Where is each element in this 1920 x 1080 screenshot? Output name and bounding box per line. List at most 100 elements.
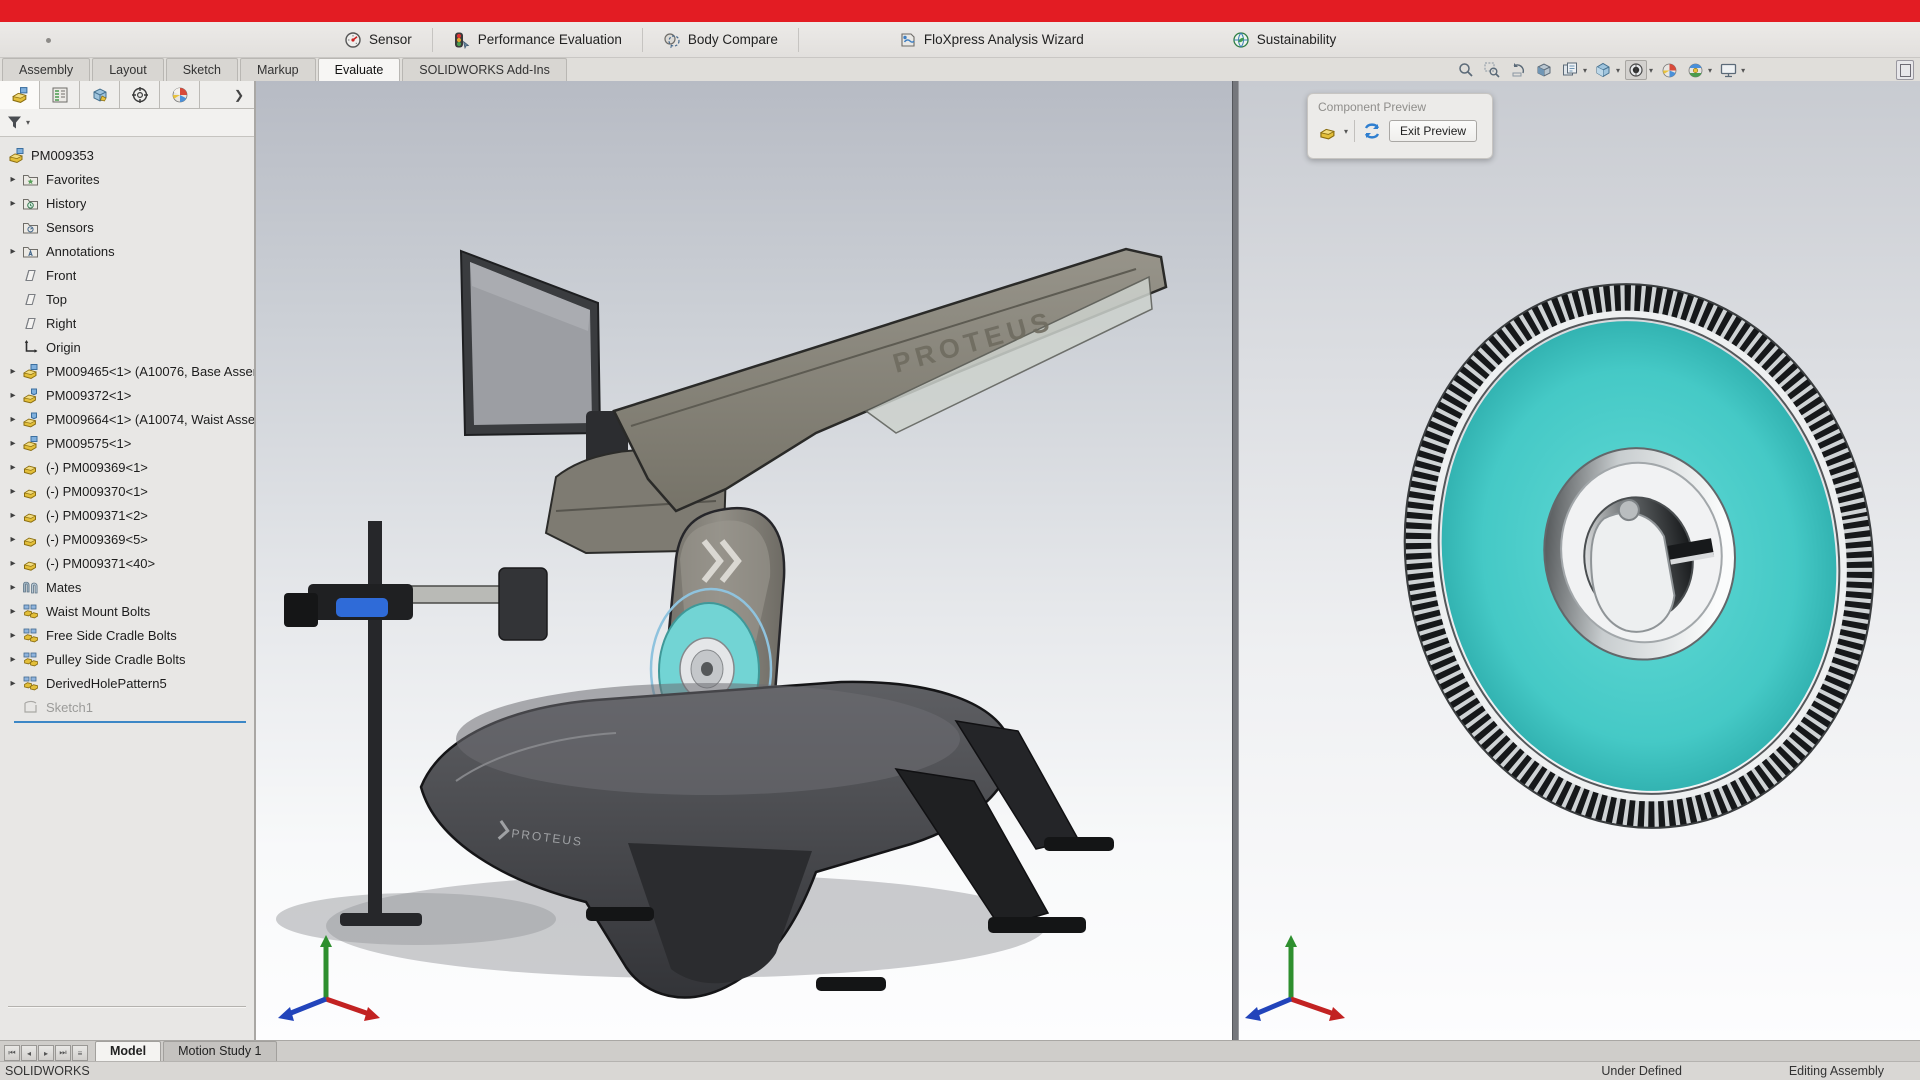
hide-show-items-button[interactable] <box>1658 60 1680 80</box>
dimxpert-manager-tab[interactable] <box>120 81 160 109</box>
display-style-button[interactable] <box>1625 60 1647 80</box>
panel-tabs-overflow[interactable]: ❯ <box>200 81 254 108</box>
tab-evaluate[interactable]: Evaluate <box>318 58 401 81</box>
tree-item[interactable]: ▸ (-) PM009371<2> <box>0 503 254 527</box>
tree-item[interactable]: ▸ Favorites <box>0 167 254 191</box>
tree-item[interactable]: ▸ Pulley Side Cradle Bolts <box>0 647 254 671</box>
tree-item[interactable]: Sensors <box>0 215 254 239</box>
sync-preview-icon[interactable] <box>1361 121 1383 141</box>
tree-item[interactable]: ▸ PM009465<1> (A10076, Base Assembl <box>0 359 254 383</box>
view-orientation-icon <box>1595 62 1611 78</box>
preview-viewport[interactable]: Component Preview ▾ Exit Preview <box>1239 81 1920 1040</box>
part-icon <box>22 531 39 548</box>
expand-arrow[interactable]: ▸ <box>4 174 22 185</box>
last-tab-button[interactable]: ⏭ <box>55 1045 71 1061</box>
view-settings-button[interactable] <box>1717 60 1739 80</box>
first-tab-button[interactable]: ⏮ <box>4 1045 20 1061</box>
tab-solidworks-add-ins[interactable]: SOLIDWORKS Add-Ins <box>402 58 567 81</box>
dropdown-caret[interactable]: ▾ <box>1583 66 1587 75</box>
feature-tree-tab[interactable] <box>0 81 40 109</box>
dropdown-caret[interactable]: ▾ <box>1616 66 1620 75</box>
tree-item[interactable]: ▸ DerivedHolePattern5 <box>0 671 254 695</box>
expand-arrow[interactable]: ▸ <box>4 198 22 209</box>
dropdown-caret[interactable]: ▾ <box>1708 66 1712 75</box>
main-viewport[interactable]: PROTEUS <box>256 81 1232 1040</box>
expand-arrow[interactable]: ▸ <box>4 654 22 665</box>
expand-arrow[interactable]: ▸ <box>4 534 22 545</box>
property-manager-tab[interactable] <box>40 81 80 109</box>
tree-item[interactable]: ▸ (-) PM009369<1> <box>0 455 254 479</box>
expand-arrow[interactable]: ▸ <box>4 462 22 473</box>
performance-evaluation-button[interactable]: Performance Evaluation <box>439 25 636 55</box>
task-pane-icon[interactable] <box>1896 60 1914 80</box>
expand-arrow[interactable]: ▸ <box>4 558 22 569</box>
expand-arrow[interactable]: ▸ <box>4 582 22 593</box>
preview-part-caret-icon[interactable]: ▾ <box>1344 127 1348 136</box>
floxpress-button[interactable]: FloXpress Analysis Wizard <box>885 25 1098 55</box>
status-mode-label[interactable]: Editing Assembly <box>1789 1064 1884 1078</box>
tree-item[interactable]: ▸ Free Side Cradle Bolts <box>0 623 254 647</box>
tree-item[interactable]: ▸ PM009372<1> <box>0 383 254 407</box>
dropdown-caret[interactable]: ▾ <box>1741 66 1745 75</box>
tab-layout[interactable]: Layout <box>92 58 164 81</box>
tree-item[interactable]: Sketch1 <box>0 695 254 719</box>
edit-appearance-icon <box>1687 62 1704 79</box>
dropdown-caret[interactable]: ▾ <box>1649 66 1653 75</box>
expand-arrow[interactable]: ▸ <box>4 246 22 257</box>
toolbar-overflow-dot <box>46 38 51 43</box>
tree-root-item[interactable]: PM009353 <box>0 143 254 167</box>
view-orientation-button[interactable] <box>1592 60 1614 80</box>
tree-item[interactable]: ▸ Annotations <box>0 239 254 263</box>
tree-item[interactable]: ▸ Waist Mount Bolts <box>0 599 254 623</box>
tab-assembly[interactable]: Assembly <box>2 58 90 81</box>
tree-item[interactable]: ▸ Mates <box>0 575 254 599</box>
tab-list-button[interactable]: ≡ <box>72 1045 88 1061</box>
previous-view-button[interactable] <box>1507 60 1529 80</box>
tree-item[interactable]: ▸ (-) PM009369<5> <box>0 527 254 551</box>
expand-arrow[interactable]: ▸ <box>4 366 22 377</box>
expand-arrow[interactable]: ▸ <box>4 678 22 689</box>
filter-icon[interactable] <box>6 114 23 131</box>
expand-arrow[interactable]: ▸ <box>4 606 22 617</box>
model-tab[interactable]: Model <box>95 1041 161 1061</box>
sensor-button[interactable]: Sensor <box>330 25 426 55</box>
rollback-bar[interactable] <box>14 721 246 723</box>
preview-part-icon[interactable] <box>1318 121 1338 141</box>
expand-arrow[interactable]: ▸ <box>4 414 22 425</box>
zoom-area-button[interactable] <box>1481 60 1503 80</box>
performance-evaluation-label: Performance Evaluation <box>478 32 622 47</box>
expand-arrow[interactable]: ▸ <box>4 486 22 497</box>
prev-tab-button[interactable]: ◂ <box>21 1045 37 1061</box>
next-tab-button[interactable]: ▸ <box>38 1045 54 1061</box>
zoom-fit-button[interactable] <box>1455 60 1477 80</box>
viewport-splitter[interactable] <box>1232 81 1239 1040</box>
tree-item[interactable]: ▸ (-) PM009371<40> <box>0 551 254 575</box>
expand-arrow[interactable]: ▸ <box>4 630 22 641</box>
tree-item[interactable]: ▸ PM009664<1> (A10074, Waist Assem <box>0 407 254 431</box>
tree-item[interactable]: Origin <box>0 335 254 359</box>
body-compare-button[interactable]: Body Compare <box>649 25 792 55</box>
edit-appearance-button[interactable] <box>1684 60 1706 80</box>
tree-item[interactable]: ▸ (-) PM009370<1> <box>0 479 254 503</box>
dynamic-annotation-button[interactable] <box>1559 60 1581 80</box>
expand-arrow[interactable]: ▸ <box>4 390 22 401</box>
tree-item[interactable]: ▸ History <box>0 191 254 215</box>
configuration-manager-tab[interactable] <box>80 81 120 109</box>
tree-item[interactable]: Front <box>0 263 254 287</box>
section-view-button[interactable] <box>1533 60 1555 80</box>
tree-item[interactable]: ▸ PM009575<1> <box>0 431 254 455</box>
panel-splitter-line[interactable] <box>8 1006 246 1008</box>
motion-study-tab[interactable]: Motion Study 1 <box>163 1041 276 1061</box>
tab-sketch[interactable]: Sketch <box>166 58 238 81</box>
exit-preview-button[interactable]: Exit Preview <box>1389 120 1477 142</box>
display-manager-tab[interactable] <box>160 81 200 109</box>
expand-arrow[interactable]: ▸ <box>4 438 22 449</box>
tree-item[interactable]: Right <box>0 311 254 335</box>
tree-item[interactable]: Top <box>0 287 254 311</box>
sketch-icon <box>22 699 39 716</box>
filter-caret-icon[interactable]: ▾ <box>26 118 30 127</box>
expand-arrow[interactable]: ▸ <box>4 510 22 521</box>
tab-markup[interactable]: Markup <box>240 58 316 81</box>
sustainability-button[interactable]: Sustainability <box>1218 25 1351 55</box>
tree-filter-row: ▾ <box>0 109 254 137</box>
